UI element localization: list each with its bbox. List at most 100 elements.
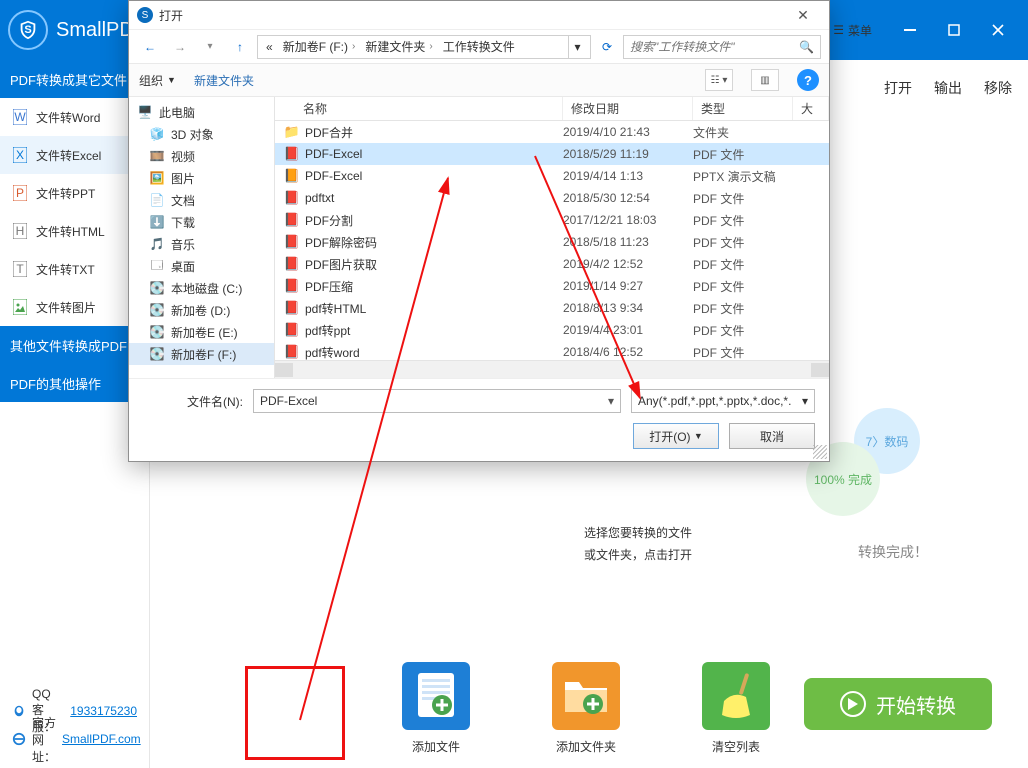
close-button[interactable] bbox=[976, 12, 1020, 48]
file-type: PDF 文件 bbox=[693, 212, 793, 229]
sidebar-item-txt[interactable]: T 文件转TXT bbox=[0, 250, 149, 288]
filename-combobox[interactable]: PDF-Excel ▾ bbox=[253, 389, 621, 413]
maximize-button[interactable] bbox=[932, 12, 976, 48]
tree-item[interactable]: 🎵音乐 bbox=[129, 233, 274, 255]
sidebar-section-other[interactable]: PDF的其他操作 bbox=[0, 364, 149, 402]
file-type: 文件夹 bbox=[693, 124, 793, 141]
tree-label: 新加卷F (F:) bbox=[171, 346, 236, 363]
tree-item[interactable]: 🧊3D 对象 bbox=[129, 123, 274, 145]
tree-label: 桌面 bbox=[171, 258, 195, 275]
file-date: 2019/1/14 9:27 bbox=[563, 279, 693, 293]
file-row[interactable]: 📕pdftxt2018/5/30 12:54PDF 文件 bbox=[275, 187, 829, 209]
tree-label: 本地磁盘 (C:) bbox=[171, 280, 242, 297]
file-row[interactable]: 📕PDF-Excel2018/5/29 11:19PDF 文件 bbox=[275, 143, 829, 165]
sidebar-section-convert-to[interactable]: 其他文件转换成PDF bbox=[0, 326, 149, 364]
svg-text:H: H bbox=[16, 224, 25, 238]
sidebar-item-word[interactable]: W 文件转Word bbox=[0, 98, 149, 136]
dialog-open-button[interactable]: 打开(O) ▼ bbox=[633, 423, 719, 449]
filetype-filter[interactable]: Any(*.pdf,*.ppt,*.pptx,*.doc,*. ▾ bbox=[631, 389, 815, 413]
nav-back-icon[interactable]: ← bbox=[137, 34, 163, 60]
file-row[interactable]: 📁PDF合并2019/4/10 21:43文件夹 bbox=[275, 121, 829, 143]
file-type: PDF 文件 bbox=[693, 300, 793, 317]
add-folder-card[interactable]: 添加文件夹 bbox=[552, 662, 620, 755]
sidebar-section-convert-from[interactable]: PDF转换成其它文件 bbox=[0, 60, 149, 98]
sidebar-item-image[interactable]: 文件转图片 bbox=[0, 288, 149, 326]
folder-tree[interactable]: 🖥️此电脑🧊3D 对象🎞️视频🖼️图片📄文档⬇️下载🎵音乐🗔桌面💽本地磁盘 (C… bbox=[129, 97, 275, 378]
tree-item[interactable]: 📄文档 bbox=[129, 189, 274, 211]
breadcrumb-seg-0[interactable]: 新加卷F (F:)› bbox=[279, 38, 360, 55]
search-icon[interactable]: 🔍 bbox=[799, 40, 814, 54]
col-size[interactable]: 大 bbox=[793, 97, 829, 120]
start-convert-button[interactable]: 开始转换 bbox=[804, 678, 992, 730]
nav-refresh-icon[interactable]: ⟳ bbox=[595, 35, 619, 59]
folder-icon: 📁 bbox=[283, 123, 301, 141]
clear-list-card[interactable]: 清空列表 bbox=[702, 662, 770, 755]
new-folder-button[interactable]: 新建文件夹 bbox=[194, 72, 254, 89]
tree-item[interactable]: 💽新加卷F (F:) bbox=[129, 343, 274, 365]
breadcrumb[interactable]: « 新加卷F (F:)› 新建文件夹› 工作转换文件 ▾ bbox=[257, 35, 591, 59]
breadcrumb-seg-1[interactable]: 新建文件夹› bbox=[361, 38, 436, 55]
dialog-cancel-button[interactable]: 取消 bbox=[729, 423, 815, 449]
nav-forward-icon[interactable]: → bbox=[167, 34, 193, 60]
file-row[interactable]: 📕PDF图片获取2019/4/2 12:52PDF 文件 bbox=[275, 253, 829, 275]
file-row[interactable]: 📕PDF解除密码2018/5/18 11:23PDF 文件 bbox=[275, 231, 829, 253]
file-row[interactable]: 📕PDF压缩2019/1/14 9:27PDF 文件 bbox=[275, 275, 829, 297]
folder-search[interactable]: 🔍 bbox=[623, 35, 821, 59]
site-link[interactable]: SmallPDF.com bbox=[62, 732, 141, 746]
nav-recent-icon[interactable]: ▾ bbox=[197, 34, 223, 60]
add-file-card[interactable]: 添加文件 bbox=[402, 662, 470, 755]
action-open[interactable]: 打开 bbox=[884, 78, 912, 98]
file-date: 2018/4/6 12:52 bbox=[563, 345, 693, 359]
tree-label: 下载 bbox=[171, 214, 195, 231]
chevron-down-icon[interactable]: ▾ bbox=[608, 394, 614, 408]
view-mode-button[interactable]: ☷ ▾ bbox=[705, 69, 733, 91]
sidebar-item-ppt[interactable]: P 文件转PPT bbox=[0, 174, 149, 212]
col-type[interactable]: 类型 bbox=[693, 97, 793, 120]
tree-item[interactable]: 💽本地磁盘 (C:) bbox=[129, 277, 274, 299]
tree-item[interactable]: 🖥️此电脑 bbox=[129, 101, 274, 123]
tree-item[interactable]: 🎞️视频 bbox=[129, 145, 274, 167]
file-row[interactable]: 📕pdf转word2018/4/6 12:52PDF 文件 bbox=[275, 341, 829, 360]
action-output[interactable]: 输出 bbox=[934, 78, 962, 98]
dialog-toolbar: 组织 ▼ 新建文件夹 ☷ ▾ ▥ ? bbox=[129, 63, 829, 97]
image-icon bbox=[12, 299, 28, 315]
file-type: PDF 文件 bbox=[693, 190, 793, 207]
file-row[interactable]: 📙PDF-Excel2019/4/14 1:13PPTX 演示文稿 bbox=[275, 165, 829, 187]
preview-pane-button[interactable]: ▥ bbox=[751, 69, 779, 91]
dialog-close-button[interactable]: ✕ bbox=[785, 4, 821, 26]
dialog-titlebar[interactable]: S 打开 ✕ bbox=[129, 1, 829, 29]
breadcrumb-seg-2[interactable]: 工作转换文件 bbox=[439, 38, 519, 55]
organize-button[interactable]: 组织 ▼ bbox=[139, 72, 176, 89]
nav-up-icon[interactable]: ↑ bbox=[227, 34, 253, 60]
file-date: 2018/5/29 11:19 bbox=[563, 147, 693, 161]
action-remove[interactable]: 移除 bbox=[984, 78, 1012, 98]
minimize-button[interactable] bbox=[888, 12, 932, 48]
add-file-icon bbox=[402, 662, 470, 730]
tree-item[interactable]: ⬇️下载 bbox=[129, 211, 274, 233]
tree-item[interactable]: 🗔桌面 bbox=[129, 255, 274, 277]
qq-link[interactable]: 1933175230 bbox=[70, 704, 137, 718]
sidebar-item-html[interactable]: H 文件转HTML bbox=[0, 212, 149, 250]
file-row[interactable]: 📕pdf转HTML2018/8/13 9:34PDF 文件 bbox=[275, 297, 829, 319]
tree-item[interactable]: 💽新加卷 (D:) bbox=[129, 299, 274, 321]
file-date: 2018/8/13 9:34 bbox=[563, 301, 693, 315]
horizontal-scrollbar[interactable] bbox=[275, 360, 829, 378]
breadcrumb-dropdown[interactable]: ▾ bbox=[568, 36, 586, 58]
col-date[interactable]: 修改日期 bbox=[563, 97, 693, 120]
resize-grip[interactable] bbox=[813, 445, 827, 459]
folder-search-input[interactable] bbox=[630, 40, 799, 54]
file-rows[interactable]: 📁PDF合并2019/4/10 21:43文件夹📕PDF-Excel2018/5… bbox=[275, 121, 829, 360]
file-row[interactable]: 📕PDF分割2017/12/21 18:03PDF 文件 bbox=[275, 209, 829, 231]
broom-icon bbox=[702, 662, 770, 730]
file-row[interactable]: 📕pdf转ppt2019/4/4 23:01PDF 文件 bbox=[275, 319, 829, 341]
sidebar-item-excel[interactable]: X 文件转Excel bbox=[0, 136, 149, 174]
tree-label: 3D 对象 bbox=[171, 126, 214, 143]
tree-item[interactable]: 🖼️图片 bbox=[129, 167, 274, 189]
col-name[interactable]: 名称 bbox=[275, 97, 563, 120]
chevron-down-icon[interactable]: ▾ bbox=[802, 394, 808, 408]
help-button[interactable]: ? bbox=[797, 69, 819, 91]
file-name: PDF压缩 bbox=[305, 278, 563, 295]
tree-item[interactable]: 💽新加卷E (E:) bbox=[129, 321, 274, 343]
breadcrumb-overflow[interactable]: « bbox=[262, 40, 277, 54]
hint-line2: 或文件夹，点击打开 bbox=[584, 544, 692, 566]
